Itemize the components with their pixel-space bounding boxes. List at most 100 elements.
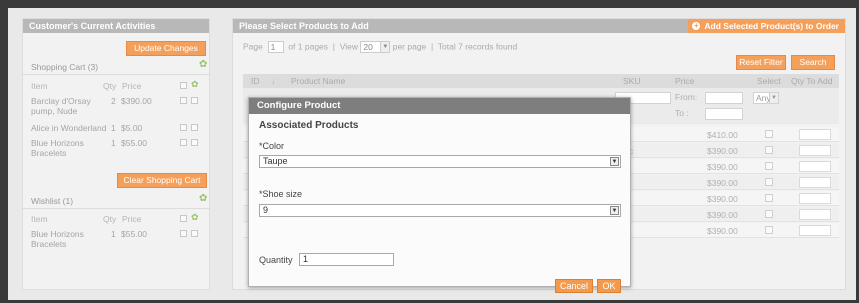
wishlist-item-qty: 1 [111, 229, 116, 239]
cart-col-qty: Qty [103, 81, 117, 91]
cart-item-name[interactable]: Blue Horizons Bracelets [31, 138, 91, 158]
cart-move-checkbox[interactable] [191, 97, 198, 104]
cart-item-qty: 1 [111, 138, 116, 148]
update-changes-button[interactable]: Update Changes [126, 41, 206, 56]
per-page-label: per page [392, 41, 427, 52]
price-to-label: To : [675, 108, 689, 118]
shoe-size-label: *Shoe size [259, 189, 303, 199]
row-qty-input[interactable] [799, 225, 831, 236]
per-page-value: 20 [363, 42, 373, 52]
page-input[interactable]: 1 [267, 41, 284, 53]
shopping-cart-title: Shopping Cart (3) [31, 62, 99, 72]
chevron-down-icon: ▼ [610, 157, 619, 166]
pager: Page 1 of 1 pages | View 20 ▼ per page | … [243, 41, 518, 53]
price-to-input[interactable] [705, 108, 743, 120]
row-select-checkbox[interactable] [765, 210, 773, 218]
product-search-title: Please Select Products to Add + Add Sele… [233, 19, 845, 33]
wishlist-move-checkbox[interactable] [191, 230, 198, 237]
wishlist-col-price: Price [122, 214, 142, 224]
row-select-checkbox[interactable] [765, 146, 773, 154]
shoe-size-select[interactable]: 9 ▼ [259, 204, 621, 217]
cart-remove-checkbox[interactable] [180, 97, 187, 104]
cart-item-qty: 1 [111, 123, 116, 133]
cart-item-name[interactable]: Alice in Wonderland [31, 123, 106, 133]
of-pages-label: of 1 pages [288, 41, 329, 52]
wishlist-col-item: Item [31, 214, 48, 224]
remove-col-icon [180, 215, 187, 222]
sort-arrow-icon: ↓ [271, 76, 276, 86]
cart-move-checkbox[interactable] [191, 139, 198, 146]
chevron-down-icon: ▼ [610, 206, 619, 215]
wishlist-item-price: $55.00 [121, 229, 147, 239]
activities-title: Customer's Current Activities [23, 19, 209, 33]
add-selected-products-button[interactable]: + Add Selected Product(s) to Order [688, 19, 845, 33]
wishlist-col-qty: Qty [103, 214, 117, 224]
cart-item-qty: 2 [111, 96, 116, 106]
customer-activities-panel: Customer's Current Activities Update Cha… [22, 18, 210, 290]
cart-remove-checkbox[interactable] [180, 139, 187, 146]
dialog-title: Configure Product [249, 98, 630, 114]
search-button[interactable]: Search [791, 55, 835, 70]
grid-header: ID ↓ Product Name SKU Price Select Qty T… [243, 74, 839, 88]
row-qty-input[interactable] [799, 209, 831, 220]
col-price[interactable]: Price [675, 76, 694, 86]
cart-col-price: Price [122, 81, 142, 91]
row-select-checkbox[interactable] [765, 162, 773, 170]
quantity-label: Quantity [259, 255, 293, 265]
view-label: View [339, 41, 358, 52]
row-qty-input[interactable] [799, 161, 831, 172]
clear-cart-button[interactable]: Clear Shopping Cart [117, 173, 207, 188]
row-price: $390.00 [707, 194, 738, 204]
row-qty-input[interactable] [799, 177, 831, 188]
plus-icon: + [692, 21, 701, 30]
ok-button[interactable]: OK [597, 279, 621, 293]
cart-col-item: Item [31, 81, 48, 91]
cart-item-price: $55.00 [121, 138, 147, 148]
cancel-button[interactable]: Cancel [555, 279, 593, 293]
remove-col-icon [180, 82, 187, 89]
configure-product-dialog: Configure Product Associated Products *C… [248, 97, 631, 293]
row-select-checkbox[interactable] [765, 194, 773, 202]
row-price: $390.00 [707, 210, 738, 220]
price-from-label: From: [675, 92, 698, 102]
divider [23, 74, 209, 75]
cart-remove-checkbox[interactable] [180, 124, 187, 131]
refresh-icon[interactable]: ✿ [199, 193, 207, 204]
refresh-icon[interactable]: ✿ [199, 59, 207, 70]
associated-products-heading: Associated Products [259, 120, 359, 131]
color-label: *Color [259, 141, 285, 151]
select-filter-dropdown[interactable]: Any ▼ [753, 92, 779, 104]
row-select-checkbox[interactable] [765, 178, 773, 186]
cart-item-name[interactable]: Barclay d'Orsay pump, Nude [31, 96, 99, 116]
per-page-select[interactable]: 20 ▼ [360, 41, 391, 53]
row-select-checkbox[interactable] [765, 226, 773, 234]
row-qty-input[interactable] [799, 193, 831, 204]
row-price: $390.00 [707, 162, 738, 172]
reset-filter-button[interactable]: Reset Filter [736, 55, 786, 70]
col-select[interactable]: Select [757, 76, 781, 86]
product-search-title-text: Please Select Products to Add [239, 21, 369, 31]
price-from-input[interactable] [705, 92, 743, 104]
col-sku[interactable]: SKU [623, 76, 640, 86]
row-select-checkbox[interactable] [765, 130, 773, 138]
cart-move-checkbox[interactable] [191, 124, 198, 131]
move-col-icon: ✿ [191, 212, 199, 222]
col-id[interactable]: ID [251, 76, 260, 86]
shoe-size-value: 9 [263, 205, 269, 215]
row-qty-input[interactable] [799, 129, 831, 140]
dialog-body: Associated Products *Color Taupe ▼ *Shoe… [249, 114, 630, 293]
add-selected-label: Add Selected Product(s) to Order [704, 21, 839, 31]
row-price: $390.00 [707, 178, 738, 188]
cart-item-price: $390.00 [121, 96, 152, 106]
wishlist-remove-checkbox[interactable] [180, 230, 187, 237]
cart-item-price: $5.00 [121, 123, 143, 133]
row-price: $390.00 [707, 226, 738, 236]
col-product-name[interactable]: Product Name [291, 76, 345, 86]
wishlist-item-name[interactable]: Blue Horizons Bracelets [31, 229, 91, 249]
row-price: $390.00 [707, 146, 738, 156]
col-qty-to-add[interactable]: Qty To Add [791, 76, 832, 86]
quantity-input[interactable]: 1 [299, 253, 394, 266]
color-select[interactable]: Taupe ▼ [259, 155, 621, 168]
chevron-down-icon: ▼ [380, 42, 390, 52]
row-qty-input[interactable] [799, 145, 831, 156]
